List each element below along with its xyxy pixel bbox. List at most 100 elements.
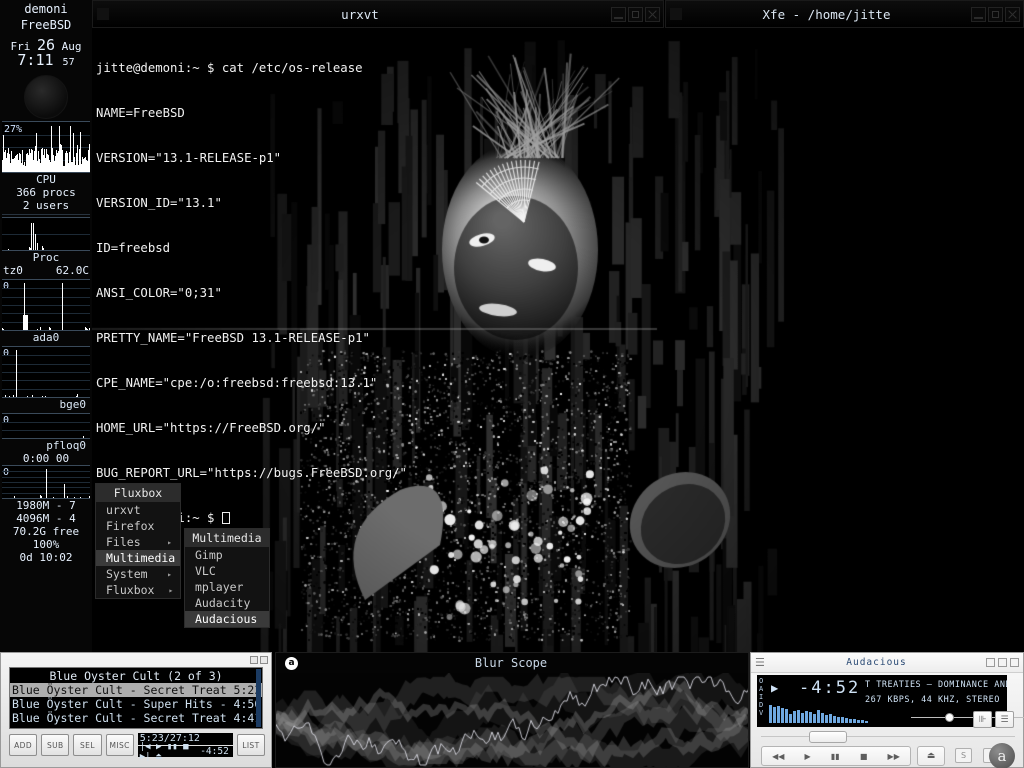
menu-item-gimp[interactable]: Gimp xyxy=(185,547,269,563)
net2-graph: 0 xyxy=(2,413,90,439)
menu-item-files[interactable]: Files ▸ xyxy=(96,534,180,550)
eject-button[interactable]: ⏏ xyxy=(917,746,945,766)
menu-item-label: Fluxbox xyxy=(106,583,155,597)
menu-item-label: Gimp xyxy=(195,548,223,562)
playlist-titlebar[interactable] xyxy=(1,653,271,667)
menu-item-fluxbox[interactable]: Fluxbox ▸ xyxy=(96,582,180,598)
net-panel: 0 bge0 xyxy=(2,346,90,411)
sidebar-hostname: demoni xyxy=(24,2,68,16)
menu-item-label: Firefox xyxy=(106,519,155,533)
chevron-right-icon: ▸ xyxy=(167,569,172,579)
minimize-icon[interactable] xyxy=(986,658,995,667)
playlist-scrollbar[interactable] xyxy=(256,669,261,727)
menu-item-vlc[interactable]: VLC xyxy=(185,563,269,579)
cpu-graph: 27% xyxy=(2,121,90,173)
graph-gridline xyxy=(2,305,90,306)
graph-bar xyxy=(31,222,32,250)
close-icon[interactable] xyxy=(645,6,660,22)
terminal-line: ID=freebsd xyxy=(96,241,171,255)
menu-item-multimedia[interactable]: Multimedia ▸ xyxy=(96,550,194,566)
titlebar-grip[interactable] xyxy=(670,8,682,20)
playlist-transport[interactable]: |◀ ▶ ▮▮ ■ ▶| ⏏ -4:52 xyxy=(137,742,233,762)
playlist-misc-button[interactable]: MISC xyxy=(105,734,134,756)
terminal-line: BUG_REPORT_URL="https://bugs.FreeBSD.org… xyxy=(96,466,407,480)
playlist-list-button[interactable]: LIST xyxy=(236,734,265,756)
graph-bar xyxy=(3,329,4,330)
terminal-output[interactable]: jitte@demoni:~ $ cat /etc/os-release NAM… xyxy=(92,28,664,525)
seek-slider[interactable] xyxy=(761,731,1015,743)
graph-bar xyxy=(74,496,75,498)
playlist-row[interactable]: Blue Öyster Cult - Secret Treat 4:41 xyxy=(10,711,262,725)
menu-item-audacious[interactable]: Audacious xyxy=(185,611,269,627)
playlist-header: Blue Oyster Cult (2 of 3) xyxy=(49,669,223,683)
graph-gridline xyxy=(2,234,90,235)
seek-knob[interactable] xyxy=(809,731,847,743)
previous-button[interactable]: ◀◀ xyxy=(772,752,784,761)
fluxbox-multimedia-submenu[interactable]: Multimedia Gimp VLC mplayer Audacity Aud… xyxy=(184,528,270,628)
blur-scope-window[interactable]: a Blur Scope xyxy=(275,652,749,768)
cpu-panel: 27% CPU xyxy=(2,121,90,186)
graph-bar xyxy=(87,328,88,330)
minimize-icon[interactable] xyxy=(971,6,986,22)
titlebar-terminal[interactable]: urxvt xyxy=(92,0,664,28)
playlist-sel-button[interactable]: SEL xyxy=(73,734,102,756)
temp-sensor-name: tz0 xyxy=(3,264,23,277)
volume-slider[interactable] xyxy=(911,713,981,723)
graph-bar xyxy=(41,496,42,498)
clock-hm: 7:11 xyxy=(17,51,54,69)
minimize-icon[interactable] xyxy=(250,656,258,664)
play-button[interactable]: ▶ xyxy=(805,752,811,761)
scope-titlebar[interactable]: a Blur Scope xyxy=(276,653,748,673)
menu-item-label: Multimedia xyxy=(106,551,176,565)
menu-item-audacity[interactable]: Audacity xyxy=(185,595,269,611)
menu-icon[interactable]: ☰ xyxy=(755,656,767,669)
spectrum-bar xyxy=(797,710,800,723)
fluxbox-root-menu[interactable]: Fluxbox urxvt Firefox Files ▸ Multimedia… xyxy=(95,483,194,599)
playlist-toggle-button[interactable]: ☰ xyxy=(995,711,1014,728)
audacious-player-window[interactable]: ☰ Audacious OAIDV ▶ -4:52 T TREATIES – D… xyxy=(750,652,1024,768)
equalizer-button[interactable]: ⊪ xyxy=(973,711,992,728)
graph-bar xyxy=(32,394,33,397)
spectrum-bar xyxy=(781,708,784,723)
titlebar-filemanager[interactable]: Xfe - /home/jitte xyxy=(665,0,1024,28)
playlist-row[interactable]: Blue Öyster Cult - Super Hits - 4:50 xyxy=(10,697,262,711)
proc-panel: Proc xyxy=(2,214,90,264)
pause-button[interactable]: ▮▮ xyxy=(831,752,840,761)
spectrum-bar xyxy=(829,714,832,723)
graph-bar xyxy=(67,495,68,498)
maximize-icon[interactable] xyxy=(998,658,1007,667)
menu-item-firefox[interactable]: Firefox xyxy=(96,518,180,534)
playlist-info-panel: 5:23/27:12 |◀ ▶ ▮▮ ■ ▶| ⏏ -4:52 xyxy=(137,733,233,762)
spectrum-bar xyxy=(857,720,860,723)
close-icon[interactable] xyxy=(1010,658,1019,667)
maximize-icon[interactable] xyxy=(628,6,643,22)
stop-button[interactable]: ■ xyxy=(860,752,868,761)
graph-bar xyxy=(37,328,38,330)
close-icon[interactable] xyxy=(260,656,268,664)
disk-graph: 0 xyxy=(2,279,90,331)
clock-seconds: 57 xyxy=(62,57,75,68)
filemanager-window-title: Xfe - /home/jitte xyxy=(762,6,891,22)
maximize-icon[interactable] xyxy=(988,6,1003,22)
terminal-line: CPE_NAME="cpe:/o:freebsd:freebsd:13.1" xyxy=(96,376,378,390)
menu-item-mplayer[interactable]: mplayer xyxy=(185,579,269,595)
titlebar-grip[interactable] xyxy=(97,8,109,20)
playlist-list[interactable]: Blue Oyster Cult (2 of 3) Blue Öyster Cu… xyxy=(9,667,263,729)
playlist-sub-button[interactable]: SUB xyxy=(41,734,70,756)
slider-knob[interactable] xyxy=(945,713,954,722)
terminal-line: jitte@demoni:~ $ cat /etc/os-release xyxy=(96,61,363,75)
graph-bar xyxy=(16,349,17,397)
close-icon[interactable] xyxy=(1005,6,1020,22)
terminal-line: ANSI_COLOR="0;31" xyxy=(96,286,222,300)
shuffle-button[interactable]: S xyxy=(955,748,972,763)
playlist-add-button[interactable]: ADD xyxy=(9,734,38,756)
audacious-playlist-window[interactable]: Blue Oyster Cult (2 of 3) Blue Öyster Cu… xyxy=(0,652,272,768)
minimize-icon[interactable] xyxy=(611,6,626,22)
player-transport-controls[interactable]: ◀◀ ▶ ▮▮ ■ ▶▶ xyxy=(761,746,911,766)
playlist-row[interactable]: Blue Öyster Cult - Secret Treat 5:23 xyxy=(10,683,262,697)
player-titlebar[interactable]: ☰ Audacious xyxy=(751,653,1023,673)
menu-item-system[interactable]: System ▸ xyxy=(96,566,180,582)
graph-bar xyxy=(77,394,78,397)
menu-item-urxvt[interactable]: urxvt xyxy=(96,502,180,518)
next-button[interactable]: ▶▶ xyxy=(888,752,900,761)
